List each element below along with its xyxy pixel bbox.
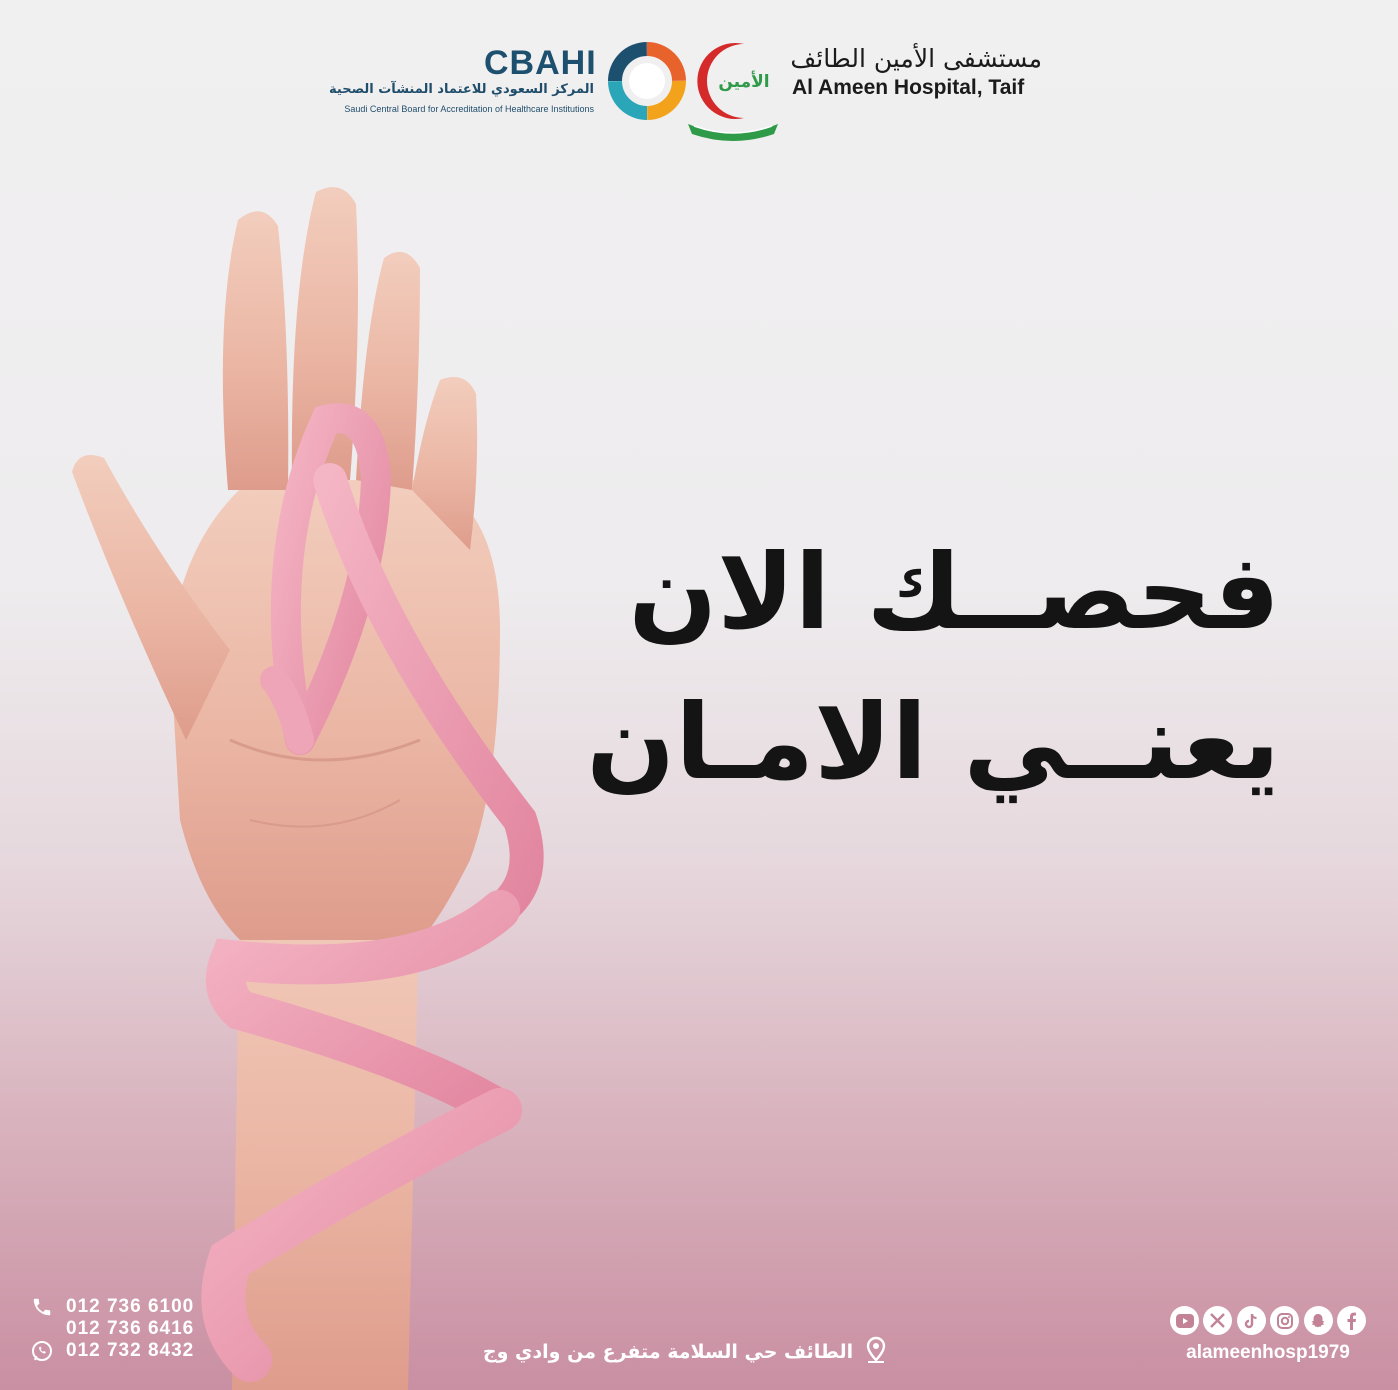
instagram-icon[interactable]: [1270, 1306, 1300, 1335]
address-text: الطائف حي السلامة متفرع من وادي وج: [482, 1341, 854, 1363]
cbahi-title: CBAHI: [484, 44, 597, 82]
location-pin-icon: [865, 1336, 887, 1368]
phone-row-3: 012 732 8432: [28, 1340, 194, 1362]
headline-line-2: يعنــي الامـان: [586, 681, 1280, 803]
social-icons: [1170, 1306, 1366, 1335]
cbahi-subtitle-en: Saudi Central Board for Accreditation of…: [344, 104, 594, 114]
address-block: الطائف حي السلامة متفرع من وادي وج: [470, 1336, 900, 1368]
tiktok-icon[interactable]: [1236, 1306, 1266, 1335]
hospital-name-ar: مستشفى الأمين الطائف: [790, 44, 1042, 73]
headline-line-1: فحصــك الان: [628, 531, 1280, 653]
phone-icon: [28, 1296, 56, 1318]
al-ameen-emblem-label: الأمين: [718, 72, 770, 92]
phone-number[interactable]: 012 732 8432: [66, 1340, 194, 1362]
facebook-icon[interactable]: [1336, 1306, 1366, 1335]
social-handle[interactable]: alameenhosp1979: [1168, 1342, 1368, 1364]
hospital-name-en: Al Ameen Hospital, Taif: [792, 76, 1025, 99]
cbahi-emblem-icon: [608, 42, 686, 120]
phone-row-2: 012 736 6416: [28, 1318, 194, 1340]
snapchat-icon[interactable]: [1303, 1306, 1333, 1335]
cbahi-subtitle-ar: المركز السعودي للاعتماد المنشآت الصحية: [329, 82, 594, 97]
whatsapp-icon: [28, 1340, 56, 1362]
x-icon[interactable]: [1203, 1306, 1233, 1335]
hand-with-pink-ribbon-illustration: [72, 187, 544, 1390]
phone-row-1: 012 736 6100: [28, 1296, 194, 1318]
phone-number[interactable]: 012 736 6416: [66, 1318, 194, 1340]
youtube-icon[interactable]: [1170, 1306, 1199, 1335]
phone-number[interactable]: 012 736 6100: [66, 1296, 194, 1318]
